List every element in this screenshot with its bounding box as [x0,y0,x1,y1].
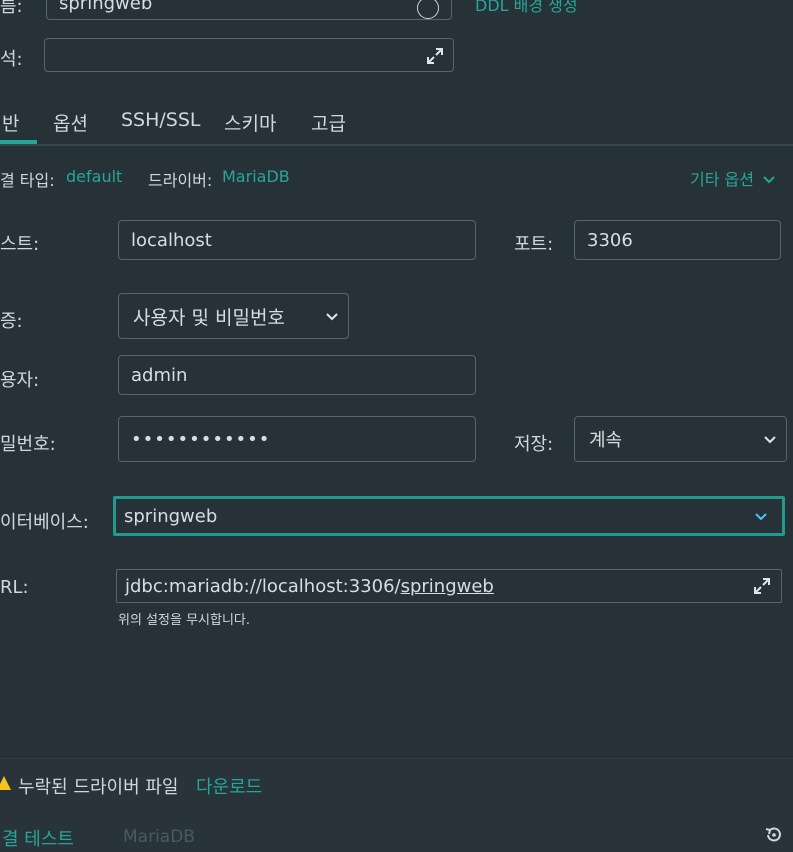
host-label: 스트: [0,234,40,255]
expand-icon[interactable] [752,576,772,596]
download-link[interactable]: 다운로드 [196,773,262,799]
database-select-value: springweb [124,505,218,527]
name-label: 름: [0,0,23,17]
name-input[interactable]: springweb [46,0,452,20]
url-database: springweb [400,575,494,597]
tab-ssh-ssl[interactable]: SSH/SSL [121,109,201,131]
test-connection-link[interactable]: 결 테스트 [2,825,74,851]
chevron-down-icon [326,313,338,321]
tab-options[interactable]: 옵션 [53,109,88,136]
database-label: 이터베이스: [0,512,89,533]
url-input[interactable]: jdbc:mariadb://localhost:3306/springweb [116,569,782,603]
auth-select[interactable]: 사용자 및 비밀번호 [118,293,349,339]
url-prefix: jdbc:mariadb://localhost:3306/ [125,575,401,597]
footer-divider [0,758,793,759]
tab-bar: 반 옵션 SSH/SSL 스키마 고급 [0,100,793,146]
tab-advanced[interactable]: 고급 [311,109,346,136]
driver-value[interactable]: MariaDB [222,167,290,186]
name-input-value: springweb [59,0,153,14]
more-options-label: 기타 옵션 [690,170,754,189]
url-note: 위의 설정을 무시합니다. [118,613,250,628]
database-select[interactable]: springweb [113,496,785,536]
comment-input[interactable] [44,38,454,72]
chevron-down-icon [763,176,775,184]
save-select[interactable]: 계속 [574,416,787,462]
warning-icon [0,776,11,790]
comment-label: 석: [0,49,23,70]
active-tab-indicator [0,140,37,144]
driver-label: 드라이버: [148,171,213,190]
test-driver-label: MariaDB [123,827,195,847]
missing-driver-text: 누락된 드라이버 파일 [18,777,179,798]
auth-label: 증: [0,311,23,332]
chevron-down-icon [764,436,776,444]
password-input[interactable]: •••••••••••• [118,416,476,462]
user-label: 용자: [0,370,40,391]
reset-icon[interactable] [764,825,784,845]
ddl-link[interactable]: DDL 배경 생성 [475,0,578,16]
chevron-down-icon [755,513,767,521]
conn-type-value[interactable]: default [66,167,122,186]
host-input[interactable]: localhost [118,220,476,260]
tab-schema[interactable]: 스키마 [224,109,276,136]
user-input[interactable]: admin [118,355,476,395]
password-label: 밀번호: [0,434,56,455]
conn-type-label: 결 타입: [0,171,55,190]
port-input[interactable]: 3306 [574,220,781,260]
port-label: 포트: [514,234,554,255]
more-options-link[interactable]: 기타 옵션 [690,166,775,190]
expand-icon[interactable] [425,46,445,66]
url-label: RL: [0,577,29,598]
tab-general[interactable]: 반 [2,109,19,136]
color-circle-icon[interactable] [417,0,439,19]
auth-select-value: 사용자 및 비밀번호 [133,306,285,329]
save-select-value: 계속 [589,430,623,451]
save-label: 저장: [514,434,554,455]
